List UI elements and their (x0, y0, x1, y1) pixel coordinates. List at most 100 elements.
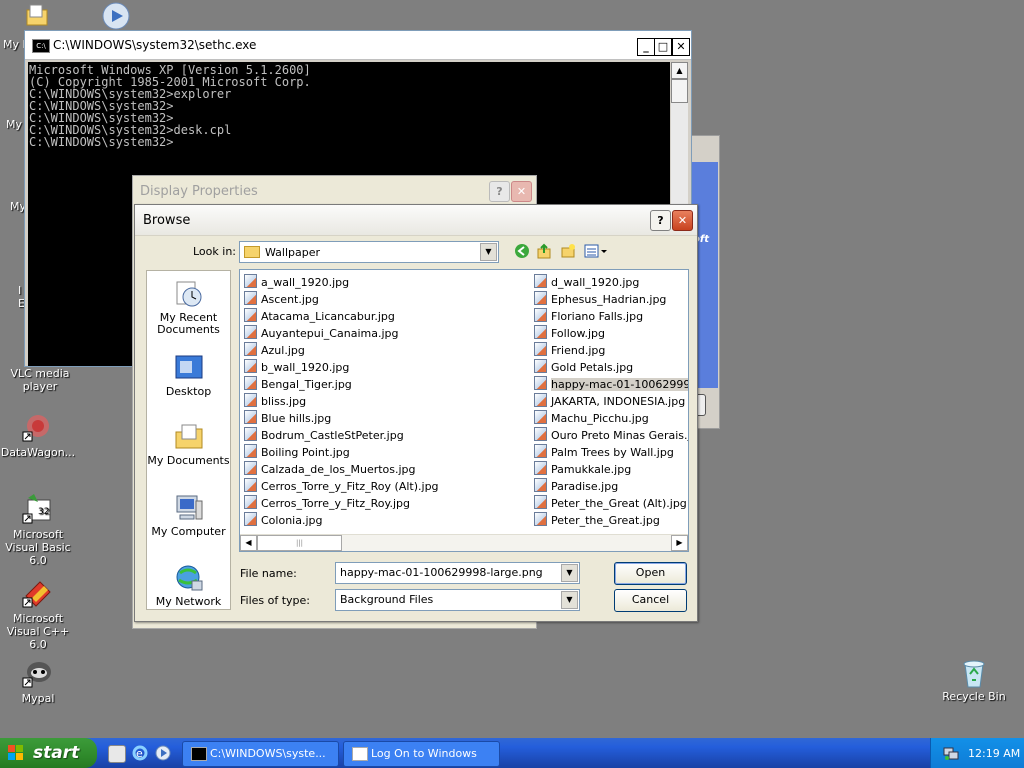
file-item[interactable]: Machu_Picchu.jpg (534, 410, 688, 427)
file-item[interactable]: Bengal_Tiger.jpg (244, 376, 439, 393)
file-item[interactable]: Atacama_Licancabur.jpg (244, 308, 439, 325)
place-my-computer[interactable]: My Computer (147, 493, 230, 538)
file-item[interactable]: d_wall_1920.jpg (534, 274, 688, 291)
open-button[interactable]: Open (614, 562, 687, 585)
image-file-icon (244, 512, 257, 526)
file-item[interactable]: Follow.jpg (534, 325, 688, 342)
image-file-icon (534, 274, 547, 288)
help-button[interactable]: ? (489, 181, 510, 202)
file-name-input[interactable]: happy-mac-01-100629998-large.png ▼ (335, 562, 580, 584)
browse-titlebar[interactable]: Browse ? ✕ (135, 205, 697, 236)
image-file-icon (534, 461, 547, 475)
display-properties-titlebar[interactable]: Display Properties ? ✕ (133, 176, 536, 204)
file-list[interactable]: a_wall_1920.jpg Ascent.jpg Atacama_Licanca… (239, 269, 689, 552)
place-recent-documents[interactable]: My Recent Documents (147, 279, 230, 336)
start-button[interactable]: start (0, 738, 97, 768)
file-type-dropdown[interactable]: Background Files ▼ (335, 589, 580, 611)
desktop-icon-datawagon[interactable]: DataWagon... (0, 412, 78, 459)
view-menu-icon[interactable] (583, 243, 609, 261)
desktop-icon-mypal[interactable]: Mypal (0, 658, 78, 705)
file-item[interactable]: Paradise.jpg (534, 478, 688, 495)
taskbar-item-label: C:\WINDOWS\syste... (210, 747, 326, 760)
file-item[interactable]: happy-mac-01-100629998-la (534, 376, 688, 393)
file-name: Follow.jpg (551, 327, 606, 340)
system-tray: 12:19 AM (930, 738, 1024, 768)
file-column-2: d_wall_1920.jpg Ephesus_Hadrian.jpg Floria… (534, 274, 688, 529)
desktop-icon-media[interactable] (96, 2, 136, 32)
file-item[interactable]: Calzada_de_los_Muertos.jpg (244, 461, 439, 478)
up-folder-icon[interactable] (535, 243, 553, 261)
back-icon[interactable] (513, 243, 531, 261)
file-item[interactable]: bliss.jpg (244, 393, 439, 410)
horizontal-scrollbar[interactable]: ◀ ||| ▶ (240, 534, 688, 551)
image-file-icon (534, 512, 547, 526)
scroll-up-button[interactable]: ▲ (671, 62, 688, 79)
taskbar-item-logon[interactable]: Log On to Windows (343, 741, 500, 767)
desktop-icon-my-documents[interactable]: My I (0, 2, 48, 51)
desktop-icon-visual-basic[interactable]: 32 Microsoft Visual Basic 6.0 (0, 494, 78, 567)
desktop-icon-label: VLC media player (10, 367, 70, 393)
file-item[interactable]: Ephesus_Hadrian.jpg (534, 291, 688, 308)
file-item[interactable]: Colonia.jpg (244, 512, 439, 529)
taskbar-item-label: Log On to Windows (371, 747, 477, 760)
look-in-dropdown[interactable]: Wallpaper ▼ (239, 241, 499, 263)
file-item[interactable]: Blue hills.jpg (244, 410, 439, 427)
look-in-value-wrap: Wallpaper (244, 245, 320, 259)
desktop-icon-recycle-bin[interactable]: Recycle Bin (934, 656, 1014, 703)
tray-network-icon[interactable] (943, 745, 959, 761)
quicklaunch-media-player-icon[interactable] (155, 745, 171, 761)
file-item[interactable]: b_wall_1920.jpg (244, 359, 439, 376)
scroll-thumb[interactable]: ||| (257, 535, 342, 551)
file-item[interactable]: Pamukkale.jpg (534, 461, 688, 478)
place-my-documents[interactable]: My Documents (147, 422, 230, 467)
file-item[interactable]: Floriano Falls.jpg (534, 308, 688, 325)
scroll-left-button[interactable]: ◀ (240, 535, 257, 551)
file-item[interactable]: Cerros_Torre_y_Fitz_Roy.jpg (244, 495, 439, 512)
file-item[interactable]: Azul.jpg (244, 342, 439, 359)
file-item[interactable]: Boiling Point.jpg (244, 444, 439, 461)
file-item[interactable]: Gold Petals.jpg (534, 359, 688, 376)
console-titlebar[interactable]: C:\ C:\WINDOWS\system32\sethc.exe _ □ ✕ (25, 31, 691, 60)
scroll-thumb[interactable] (671, 79, 688, 103)
chevron-down-icon[interactable]: ▼ (480, 243, 497, 261)
close-button[interactable]: ✕ (672, 210, 693, 231)
image-file-icon (534, 325, 547, 339)
place-my-network[interactable]: My Network (147, 563, 230, 608)
file-item[interactable]: Peter_the_Great.jpg (534, 512, 688, 529)
image-file-icon (244, 359, 257, 373)
file-item[interactable]: JAKARTA, INDONESIA.jpg (534, 393, 688, 410)
file-name-value: happy-mac-01-100629998-large.png (340, 566, 543, 579)
file-name: Peter_the_Great.jpg (551, 514, 660, 527)
taskbar-item-console[interactable]: C:\WINDOWS\syste... (182, 741, 339, 767)
look-in-label: Look in: (193, 245, 236, 258)
quicklaunch-cmd-icon[interactable] (108, 745, 126, 763)
file-name: a_wall_1920.jpg (261, 276, 350, 289)
file-item[interactable]: Auyantepui_Canaima.jpg (244, 325, 439, 342)
browse-dialog[interactable]: Browse ? ✕ Look in: Wallpaper ▼ My Recen… (134, 204, 698, 622)
minimize-button[interactable]: _ (637, 38, 655, 56)
quicklaunch-internet-explorer-icon[interactable]: e (132, 745, 148, 761)
file-item[interactable]: Ouro Preto Minas Gerais.jpg (534, 427, 688, 444)
maximize-button[interactable]: □ (654, 38, 672, 56)
close-button[interactable]: ✕ (672, 38, 690, 56)
file-item[interactable]: Bodrum_CastleStPeter.jpg (244, 427, 439, 444)
close-button[interactable]: ✕ (511, 181, 532, 202)
chevron-down-icon[interactable]: ▼ (561, 564, 578, 582)
cancel-button[interactable]: Cancel (614, 589, 687, 612)
new-folder-icon[interactable] (559, 243, 577, 261)
clock[interactable]: 12:19 AM (968, 747, 1020, 760)
start-label: start (33, 743, 80, 763)
file-item[interactable]: Friend.jpg (534, 342, 688, 359)
chevron-down-icon[interactable]: ▼ (561, 591, 578, 609)
help-button[interactable]: ? (650, 210, 671, 231)
file-item[interactable]: Palm Trees by Wall.jpg (534, 444, 688, 461)
place-desktop[interactable]: Desktop (147, 353, 230, 398)
desktop-icon-vlc[interactable]: VLC media player (0, 367, 80, 393)
desktop-icon-visual-cpp[interactable]: Microsoft Visual C++ 6.0 (0, 578, 78, 651)
file-item[interactable]: Peter_the_Great (Alt).jpg (534, 495, 688, 512)
file-item[interactable]: Ascent.jpg (244, 291, 439, 308)
file-item[interactable]: a_wall_1920.jpg (244, 274, 439, 291)
scroll-right-button[interactable]: ▶ (671, 535, 688, 551)
file-item[interactable]: Cerros_Torre_y_Fitz_Roy (Alt).jpg (244, 478, 439, 495)
image-file-icon (244, 461, 257, 475)
